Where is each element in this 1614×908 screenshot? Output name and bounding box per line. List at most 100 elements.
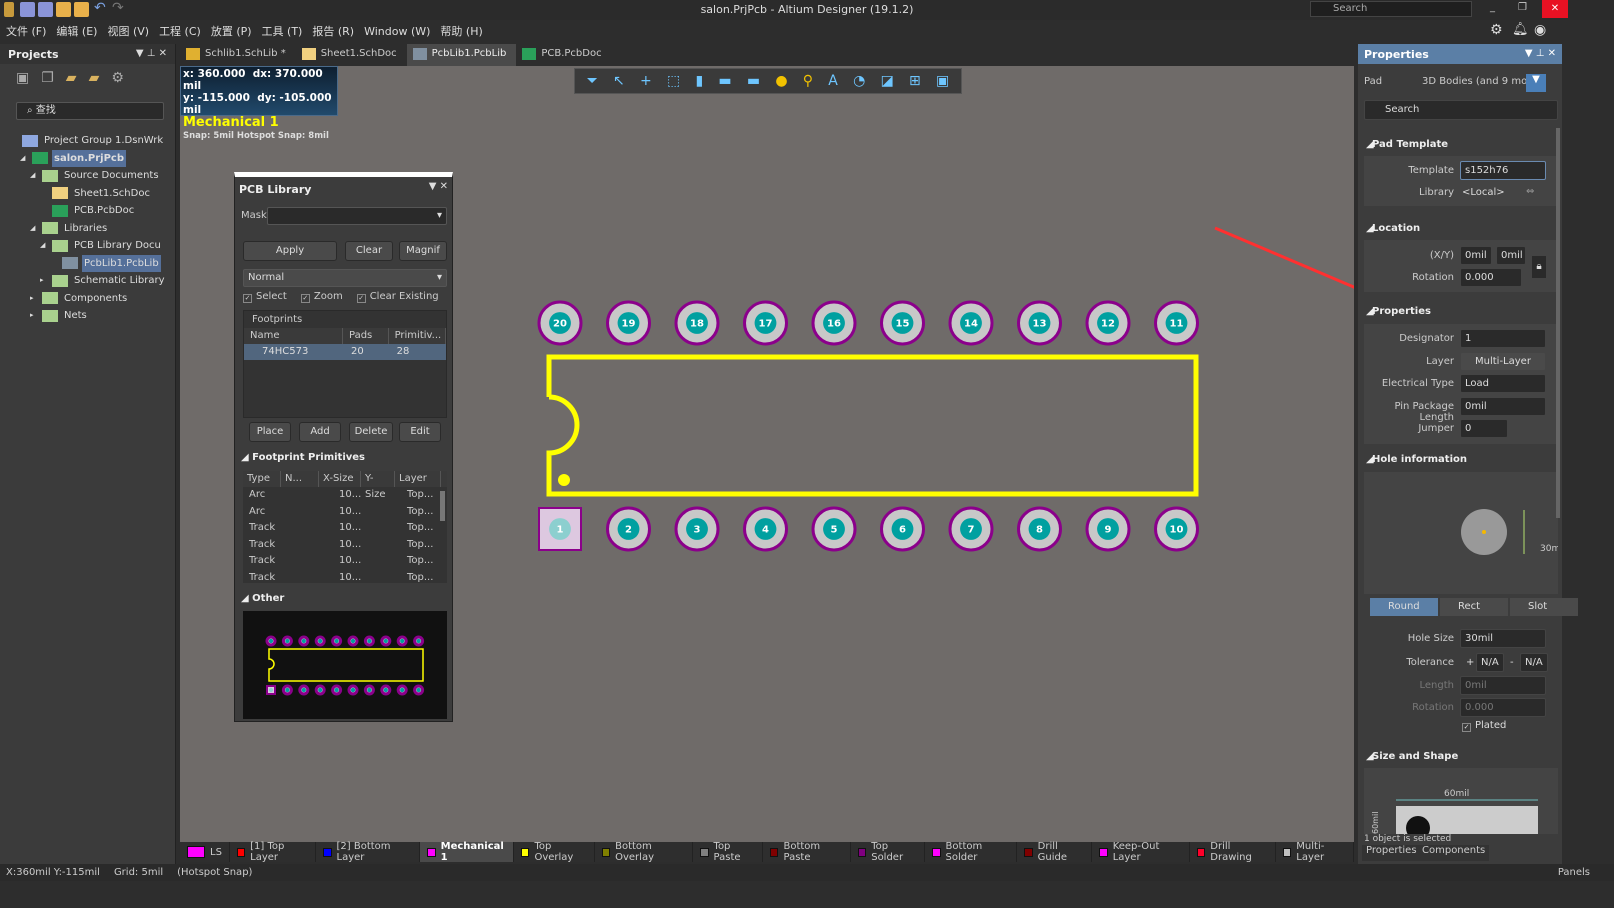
- menu-item[interactable]: Window (W): [364, 25, 430, 38]
- minimize-button[interactable]: _: [1490, 2, 1495, 13]
- panel-controls[interactable]: ▼ ⊥ ✕: [1525, 48, 1556, 59]
- pad-icon[interactable]: ●: [775, 73, 787, 89]
- filter-icon[interactable]: ▼: [1526, 74, 1546, 92]
- notifications-icon[interactable]: 🔔︎: [1512, 22, 1529, 37]
- primitives-scrollbar[interactable]: [440, 491, 445, 521]
- tree-item[interactable]: ◢ PCB Library Docu: [10, 237, 170, 255]
- rect-select-icon[interactable]: ⬚: [667, 73, 680, 89]
- x-location-input[interactable]: 0mil: [1460, 246, 1492, 265]
- tree-item[interactable]: Sheet1.SchDoc: [10, 185, 170, 203]
- primitive-row[interactable]: Arc 10... Top...: [243, 504, 447, 521]
- column-header[interactable]: Type: [243, 471, 281, 487]
- column-header[interactable]: Name: [244, 328, 343, 344]
- menu-item[interactable]: 文件 (F): [6, 23, 46, 39]
- explore-icon[interactable]: ▰: [66, 70, 77, 88]
- pad[interactable]: 7: [948, 506, 994, 552]
- pad[interactable]: 6: [880, 506, 925, 552]
- tolerance-minus-input[interactable]: N/A: [1520, 653, 1548, 672]
- pad[interactable]: [281, 635, 293, 647]
- pad[interactable]: 11: [1154, 300, 1199, 346]
- filter-icon[interactable]: ⏷: [587, 73, 598, 89]
- pad[interactable]: [363, 684, 375, 696]
- footprint-row[interactable]: 74HC573 20 28: [244, 344, 446, 360]
- fill-icon[interactable]: ◪: [881, 73, 894, 89]
- layer-tab[interactable]: Multi-Layer: [1276, 841, 1354, 863]
- layer-tab[interactable]: Mechanical 1: [420, 841, 515, 863]
- column-header[interactable]: Pads: [343, 328, 389, 344]
- dimension-icon[interactable]: ⊞: [909, 73, 921, 89]
- pad[interactable]: [380, 635, 392, 647]
- expand-toggle[interactable]: ◢: [30, 220, 38, 237]
- layer-tab[interactable]: Drill Drawing: [1190, 841, 1277, 863]
- column-header[interactable]: X-Size: [319, 471, 361, 487]
- y-location-input[interactable]: 0mil: [1496, 246, 1526, 265]
- pad[interactable]: [266, 685, 276, 695]
- plated-checkbox[interactable]: ✓ Plated: [1462, 720, 1506, 732]
- layer-tab[interactable]: [1] Top Layer: [230, 841, 317, 863]
- layer-tab[interactable]: Drill Guide: [1017, 841, 1093, 863]
- pad[interactable]: 12: [1085, 300, 1131, 346]
- menu-item[interactable]: 视图 (V): [107, 23, 149, 39]
- pad[interactable]: 17: [743, 300, 788, 346]
- expand-toggle[interactable]: ▸: [40, 272, 48, 289]
- electrical-type-dropdown[interactable]: Load: [1460, 374, 1546, 393]
- pad[interactable]: [298, 684, 310, 696]
- tree-item[interactable]: ◢ salon.PrjPcb: [10, 149, 170, 168]
- clear-existing-checkbox[interactable]: ✓ Clear Existing: [356, 291, 439, 303]
- expand-toggle[interactable]: ▸: [30, 307, 38, 324]
- pad[interactable]: [396, 684, 408, 696]
- zoom-checkbox[interactable]: ✓ Zoom: [300, 291, 343, 303]
- expand-toggle[interactable]: ◢: [20, 150, 28, 167]
- other-header[interactable]: ◢ Other: [241, 593, 284, 604]
- edit-button[interactable]: Edit: [399, 422, 441, 442]
- apply-button[interactable]: Apply: [243, 241, 337, 261]
- menu-item[interactable]: 帮助 (H): [440, 23, 482, 39]
- layer-tab[interactable]: Top Overlay: [514, 841, 595, 863]
- lock-icon[interactable]: 🔒︎: [1532, 256, 1546, 278]
- arc-icon[interactable]: ◔: [853, 73, 865, 89]
- primitive-row[interactable]: Track 10... Top...: [243, 537, 447, 554]
- tree-item[interactable]: ◢ Libraries: [10, 220, 170, 238]
- panel-controls[interactable]: ▼ ⊥ ✕: [136, 48, 167, 59]
- properties-search-input[interactable]: Search: [1364, 100, 1558, 120]
- pad[interactable]: [331, 684, 343, 696]
- copy-icon[interactable]: ❐: [41, 70, 54, 88]
- tab-document[interactable]: Schlib1.SchLib *: [180, 44, 296, 66]
- pad[interactable]: 19: [606, 300, 651, 346]
- pad[interactable]: 3: [674, 506, 720, 552]
- maximize-button[interactable]: ❐: [1518, 2, 1527, 13]
- tab-document[interactable]: Sheet1.SchDoc: [296, 44, 407, 66]
- pad[interactable]: [413, 684, 425, 696]
- pad[interactable]: [331, 635, 343, 647]
- pad[interactable]: [314, 635, 326, 647]
- pad[interactable]: [347, 684, 359, 696]
- pad[interactable]: 5: [811, 506, 857, 552]
- layer-tab[interactable]: Top Paste: [693, 841, 764, 863]
- object-filter[interactable]: 3D Bodies (and 9 more): [1422, 76, 1541, 87]
- menu-item[interactable]: 工具 (T): [262, 23, 303, 39]
- pad[interactable]: 13: [1017, 300, 1062, 346]
- column-header[interactable]: Primitiv...: [389, 328, 446, 344]
- pad[interactable]: 14: [948, 300, 994, 346]
- project-options-icon[interactable]: ▰: [89, 70, 100, 88]
- track-icon[interactable]: ▬: [718, 73, 731, 89]
- tree-item[interactable]: ◢ Source Documents: [10, 167, 170, 185]
- pin-package-length-input[interactable]: 0mil: [1460, 396, 1546, 416]
- expand-toggle[interactable]: ▸: [30, 290, 38, 307]
- magnify-button[interactable]: Magnif: [399, 241, 447, 261]
- tree-item[interactable]: ▸ Components: [10, 290, 170, 308]
- close-button[interactable]: ✕: [1542, 0, 1568, 18]
- menu-item[interactable]: 报告 (R): [312, 23, 354, 39]
- primitive-row[interactable]: Track 10... Top...: [243, 570, 447, 587]
- tree-item[interactable]: ▸ Schematic Library: [10, 272, 170, 290]
- add-button[interactable]: Add: [299, 422, 341, 442]
- layer-tab[interactable]: LS: [180, 842, 230, 862]
- user-icon[interactable]: ◉: [1534, 22, 1546, 38]
- hole-shape-slot[interactable]: Slot: [1510, 598, 1578, 616]
- pad[interactable]: 18: [674, 300, 720, 346]
- gear-icon[interactable]: ⚙: [111, 70, 124, 88]
- clear-button[interactable]: Clear: [345, 241, 393, 261]
- primitive-row[interactable]: Track 10... Top...: [243, 520, 447, 537]
- layer-tab[interactable]: Bottom Overlay: [595, 841, 694, 863]
- projects-search-input[interactable]: ⌕ 查找: [16, 102, 164, 120]
